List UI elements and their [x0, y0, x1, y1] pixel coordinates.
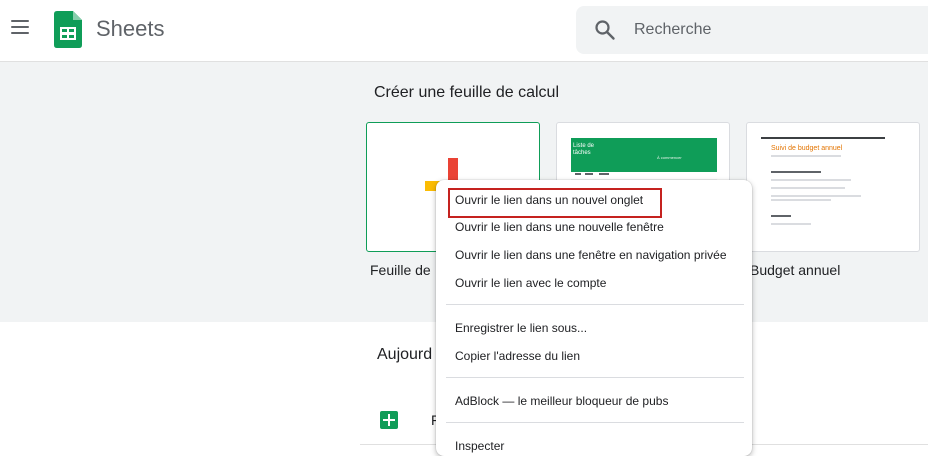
template-label-budget[interactable]: Budget annuel: [750, 262, 840, 278]
menu-item-adblock[interactable]: AdBlock — le meilleur bloqueur de pubs: [436, 388, 752, 414]
google-sheets-logo-icon[interactable]: [54, 11, 82, 48]
menu-item-open-incognito[interactable]: Ouvrir le lien dans une fenêtre en navig…: [436, 242, 752, 268]
menu-item-save-link-as[interactable]: Enregistrer le lien sous...: [436, 315, 752, 341]
browser-context-menu: Ouvrir le lien dans un nouvel onglet Ouv…: [436, 180, 752, 456]
budget-thumbnail-bar: [761, 137, 885, 139]
magnifier-icon[interactable]: [594, 19, 616, 41]
sheets-home-page: Sheets Recherche Créer une feuille de ca…: [0, 0, 928, 456]
menu-item-open-new-window[interactable]: Ouvrir le lien dans une nouvelle fenêtre: [436, 214, 752, 240]
sheets-file-icon: [380, 411, 398, 429]
menu-separator: [446, 304, 744, 305]
app-header: Sheets Recherche: [0, 0, 928, 62]
menu-item-open-new-tab[interactable]: Ouvrir le lien dans un nouvel onglet: [436, 187, 752, 218]
menu-item-inspect[interactable]: Inspecter: [436, 433, 752, 456]
app-title[interactable]: Sheets: [96, 16, 165, 42]
menu-item-open-with-account[interactable]: Ouvrir le lien avec le compte: [436, 270, 752, 296]
menu-separator: [446, 377, 744, 378]
search-input[interactable]: Recherche: [634, 21, 711, 39]
menu-separator: [446, 422, 744, 423]
search-box[interactable]: Recherche: [576, 6, 928, 54]
recent-section-title: Aujourd: [377, 346, 433, 363]
template-label-blank[interactable]: Feuille de: [370, 262, 431, 278]
todo-thumbnail-subheader: [571, 172, 717, 177]
todo-thumbnail-title: Liste de tâches: [573, 143, 595, 156]
todo-thumbnail-status: À commencer: [657, 155, 682, 160]
hamburger-menu-icon[interactable]: [10, 20, 30, 40]
menu-item-copy-link-address[interactable]: Copier l'adresse du lien: [436, 343, 752, 369]
template-card-budget[interactable]: Suivi de budget annuel: [746, 122, 920, 252]
gallery-title: Créer une feuille de calcul: [374, 84, 559, 101]
budget-thumbnail-title: Suivi de budget annuel: [771, 145, 843, 152]
